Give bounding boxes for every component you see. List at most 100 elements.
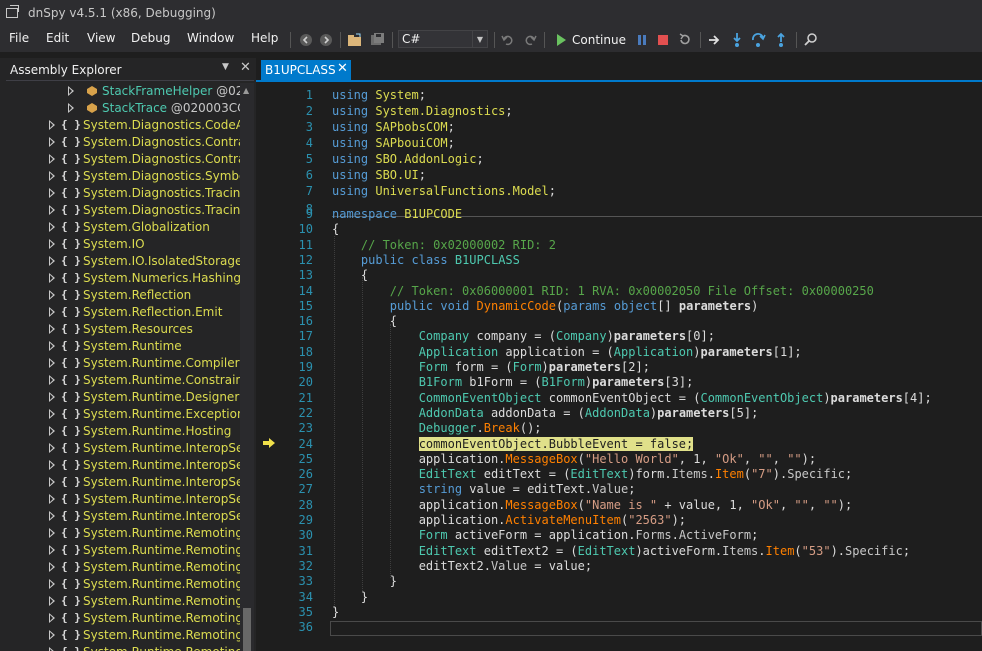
tree-item-namespace[interactable]: { }System.Runtime.Remoting.M bbox=[0, 644, 240, 651]
expand-icon[interactable] bbox=[49, 239, 55, 249]
expand-icon[interactable] bbox=[49, 290, 55, 300]
restart-icon[interactable] bbox=[677, 32, 693, 48]
code-line[interactable]: 10 { bbox=[256, 222, 982, 238]
code-line[interactable]: 18 Application application = (Applicatio… bbox=[256, 345, 982, 361]
tab-b1upclass[interactable]: B1UPCLASS ✕ bbox=[261, 60, 351, 80]
expand-icon[interactable] bbox=[68, 86, 74, 96]
back-icon[interactable] bbox=[298, 32, 314, 48]
code-line[interactable]: 4 using SAPbouiCOM; bbox=[256, 136, 982, 152]
expand-icon[interactable] bbox=[49, 324, 55, 334]
expand-icon[interactable] bbox=[49, 154, 55, 164]
expand-icon[interactable] bbox=[49, 511, 55, 521]
tree-item-namespace[interactable]: { }System.Diagnostics.CodeAna bbox=[0, 117, 240, 134]
code-line[interactable]: 27 string value = editText.Value; bbox=[256, 482, 982, 498]
tree-item-namespace[interactable]: { }System.Runtime.Remoting.Ac bbox=[0, 542, 240, 559]
tree-item-namespace[interactable]: { }System.Runtime.Remoting.Cl bbox=[0, 559, 240, 576]
expand-icon[interactable] bbox=[49, 562, 55, 572]
tree-item-namespace[interactable]: { }System.Runtime.DesignerServ bbox=[0, 389, 240, 406]
code-line[interactable]: 24 commonEventObject.BubbleEvent = false… bbox=[256, 436, 982, 453]
tree-item-namespace[interactable]: { }System.Diagnostics.SymbolSt bbox=[0, 168, 240, 185]
menu-debug[interactable]: Debug bbox=[131, 31, 170, 45]
tree-item-class[interactable]: StackTrace @020003CC bbox=[0, 100, 240, 117]
language-select[interactable]: C# ▼ bbox=[398, 30, 488, 48]
tree-item-namespace[interactable]: { } System.Runtime.Hosting bbox=[0, 423, 240, 440]
undo-icon[interactable] bbox=[500, 32, 516, 48]
tree-item-namespace[interactable]: { }System.Diagnostics.Contracts bbox=[0, 151, 240, 168]
tree-item-namespace[interactable]: { }System.Runtime.InteropServic bbox=[0, 457, 240, 474]
expand-icon[interactable] bbox=[49, 409, 55, 419]
code-line[interactable]: 9 namespace B1UPCODE bbox=[256, 207, 982, 223]
expand-icon[interactable] bbox=[49, 256, 55, 266]
expand-icon[interactable] bbox=[49, 460, 55, 470]
tree-item-namespace[interactable]: { }System.Runtime.CompilerSer bbox=[0, 355, 240, 372]
expand-icon[interactable] bbox=[49, 222, 55, 232]
code-line[interactable]: 2 using System.Diagnostics; bbox=[256, 104, 982, 120]
tree-item-namespace[interactable]: { } System.Runtime bbox=[0, 338, 240, 355]
pause-icon[interactable] bbox=[634, 32, 650, 48]
expand-icon[interactable] bbox=[49, 341, 55, 351]
code-line[interactable]: 3 using SAPbobsCOM; bbox=[256, 120, 982, 136]
code-line[interactable]: 7 using UniversalFunctions.Model; bbox=[256, 184, 982, 200]
search-icon[interactable] bbox=[803, 32, 819, 48]
expand-icon[interactable] bbox=[49, 375, 55, 385]
code-line[interactable]: 11 // Token: 0x02000002 RID: 2 bbox=[256, 238, 982, 254]
expand-icon[interactable] bbox=[49, 426, 55, 436]
code-line[interactable]: 5 using SBO.AddonLogic; bbox=[256, 152, 982, 168]
tree-item-namespace[interactable]: { }System.Runtime.InteropServic bbox=[0, 474, 240, 491]
tree-item-namespace[interactable]: { }System.Runtime.InteropServic bbox=[0, 440, 240, 457]
expand-icon[interactable] bbox=[49, 596, 55, 606]
step-into-icon[interactable] bbox=[729, 32, 745, 48]
redo-icon[interactable] bbox=[522, 32, 538, 48]
tree-item-namespace[interactable]: { }System.Runtime.ExceptionSer bbox=[0, 406, 240, 423]
expand-icon[interactable] bbox=[49, 188, 55, 198]
expand-icon[interactable] bbox=[49, 273, 55, 283]
tree-item-class[interactable]: StackFrameHelper @0200 bbox=[0, 83, 240, 100]
save-all-icon[interactable] bbox=[369, 32, 385, 48]
expand-icon[interactable] bbox=[49, 613, 55, 623]
code-line[interactable]: 26 EditText editText = (EditText)form.It… bbox=[256, 467, 982, 483]
tree-item-namespace[interactable]: { } System.IO.IsolatedStorage bbox=[0, 253, 240, 270]
expand-icon[interactable] bbox=[49, 545, 55, 555]
expand-icon[interactable] bbox=[49, 358, 55, 368]
menu-edit[interactable]: Edit bbox=[46, 31, 69, 45]
code-line[interactable]: 12 public class B1UPCLASS bbox=[256, 253, 982, 269]
expand-icon[interactable] bbox=[68, 103, 74, 113]
code-line[interactable]: 25 application.MessageBox("Hello World",… bbox=[256, 452, 982, 468]
expand-icon[interactable] bbox=[49, 494, 55, 504]
expand-icon[interactable] bbox=[49, 443, 55, 453]
close-icon[interactable]: ✕ bbox=[337, 61, 348, 76]
continue-button[interactable]: Continue bbox=[553, 30, 626, 50]
show-next-statement-icon[interactable] bbox=[706, 32, 722, 48]
stop-icon[interactable] bbox=[655, 32, 671, 48]
tree-item-namespace[interactable]: { }System.Runtime.InteropServic bbox=[0, 491, 240, 508]
expand-icon[interactable] bbox=[49, 307, 55, 317]
code-line[interactable]: 21 CommonEventObject commonEventObject =… bbox=[256, 391, 982, 407]
tree-item-namespace[interactable]: { } System.Globalization bbox=[0, 219, 240, 236]
chevron-down-icon[interactable]: ▼ bbox=[222, 62, 229, 72]
tree-item-namespace[interactable]: { } System.Resources bbox=[0, 321, 240, 338]
expand-icon[interactable] bbox=[49, 630, 55, 640]
tree-item-namespace[interactable]: { } System.Runtime.Remoting bbox=[0, 525, 240, 542]
tree-item-namespace[interactable]: { } System.Diagnostics.Tracing bbox=[0, 185, 240, 202]
menu-view[interactable]: View bbox=[87, 31, 115, 45]
code-line[interactable]: 34 } bbox=[256, 590, 982, 606]
open-folder-icon[interactable] bbox=[347, 32, 363, 48]
code-line[interactable]: 6 using SBO.UI; bbox=[256, 168, 982, 184]
menu-file[interactable]: File bbox=[9, 31, 29, 45]
close-icon[interactable]: ✕ bbox=[240, 60, 251, 75]
tree-item-namespace[interactable]: { }System.Runtime.Remoting.M bbox=[0, 610, 240, 627]
code-line[interactable]: 20 B1Form b1Form = (B1Form)parameters[3]… bbox=[256, 375, 982, 391]
tree-item-namespace[interactable]: { }System.Diagnostics.Tracing.In bbox=[0, 202, 240, 219]
code-line[interactable]: 22 AddonData addonData = (AddonData)para… bbox=[256, 406, 982, 422]
code-line[interactable]: 30 Form activeForm = application.Forms.A… bbox=[256, 528, 982, 544]
code-line[interactable]: 19 Form form = (Form)parameters[2]; bbox=[256, 360, 982, 376]
forward-icon[interactable] bbox=[318, 32, 334, 48]
code-line[interactable]: 36 bbox=[256, 620, 982, 636]
assembly-tree[interactable]: StackFrameHelper @0200 StackTrace @020003… bbox=[0, 83, 240, 651]
menu-help[interactable]: Help bbox=[251, 31, 278, 45]
code-line[interactable]: 14 // Token: 0x06000001 RID: 1 RVA: 0x00… bbox=[256, 284, 982, 300]
expand-icon[interactable] bbox=[49, 647, 55, 651]
scroll-up-icon[interactable]: ▲ bbox=[243, 86, 249, 95]
code-line[interactable]: 29 application.ActivateMenuItem("2563"); bbox=[256, 513, 982, 529]
step-out-icon[interactable] bbox=[773, 32, 789, 48]
